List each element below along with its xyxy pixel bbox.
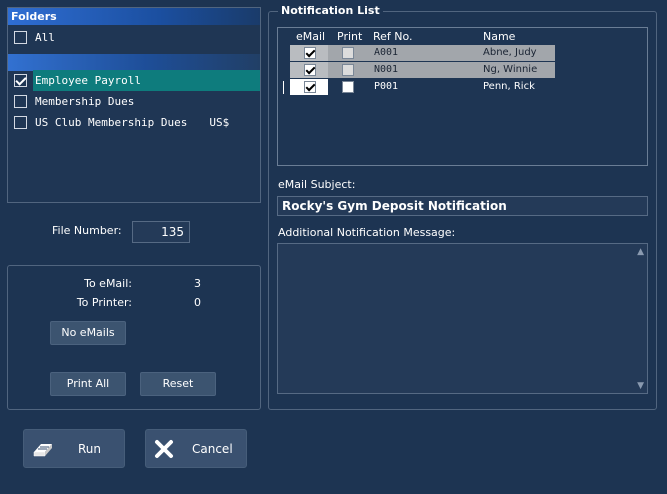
email-checkbox[interactable] [304, 47, 316, 59]
run-button[interactable]: Run [23, 429, 125, 468]
print-checkbox[interactable] [342, 64, 354, 76]
folder-item-label: Membership Dues [35, 95, 135, 108]
name-cell: Penn, Rick [483, 81, 535, 92]
to-email-label: To eMail: [84, 277, 132, 290]
ref-cell: A001 [374, 47, 399, 58]
reset-button[interactable]: Reset [140, 372, 216, 396]
ref-cell: P001 [374, 81, 399, 92]
email-checkbox[interactable] [304, 81, 316, 93]
additional-message-label: Additional Notification Message: [278, 226, 456, 239]
table-row[interactable]: A001 Abne, Judy [290, 45, 555, 61]
table-row[interactable]: N001 Ng, Winnie [290, 62, 555, 78]
folder-payroll-checkbox[interactable] [14, 74, 27, 87]
folder-item-currency: US$ [209, 116, 230, 129]
folder-item-us-club-dues[interactable]: US Club Membership Dues US$ [8, 113, 260, 132]
to-printer-count: 0 [194, 296, 201, 309]
name-cell: Ng, Winnie [483, 64, 538, 75]
scroll-down-icon[interactable]: ▼ [637, 381, 644, 391]
name-cell: Abne, Judy [483, 47, 537, 58]
scroll-up-icon[interactable]: ▲ [637, 247, 644, 257]
folder-item-membership-dues[interactable]: Membership Dues [8, 92, 260, 111]
column-header-email[interactable]: eMail [296, 30, 325, 43]
file-number-label: File Number: [52, 224, 122, 237]
additional-message-textarea[interactable]: ▲ ▼ [277, 243, 648, 394]
table-row[interactable]: P001 Penn, Rick [290, 79, 555, 95]
folder-separator-band [8, 54, 260, 71]
column-header-print[interactable]: Print [337, 30, 362, 43]
print-checkbox[interactable] [342, 47, 354, 59]
print-checkbox[interactable] [342, 81, 354, 93]
x-close-icon [154, 439, 174, 459]
to-printer-label: To Printer: [76, 296, 132, 309]
folder-item-label: All [35, 31, 55, 44]
folder-item-label: Employee Payroll [35, 74, 141, 87]
email-subject-label: eMail Subject: [278, 178, 356, 191]
folder-item-all[interactable]: All [8, 28, 260, 47]
folder-item-employee-payroll[interactable]: Employee Payroll [8, 71, 260, 90]
email-checkbox[interactable] [304, 64, 316, 76]
folder-all-checkbox[interactable] [14, 31, 27, 44]
folders-panel: Folders All Employee Payroll Membership … [7, 7, 261, 203]
cancel-label: Cancel [192, 441, 233, 456]
notification-grid[interactable]: eMail Print Ref No. Name A001 Abne, Judy… [277, 27, 648, 166]
run-label: Run [78, 441, 102, 456]
eraser-icon [32, 440, 54, 458]
cancel-button[interactable]: Cancel [145, 429, 247, 468]
folder-dues-checkbox[interactable] [14, 95, 27, 108]
folder-us-club-checkbox[interactable] [14, 116, 27, 129]
no-emails-button[interactable]: No eMails [50, 321, 126, 345]
file-number-field[interactable]: 135 [132, 221, 190, 243]
folder-item-label: US Club Membership Dues [35, 116, 188, 129]
row-cursor [283, 81, 284, 94]
email-subject-field[interactable]: Rocky's Gym Deposit Notification [277, 196, 648, 216]
column-header-ref[interactable]: Ref No. [373, 30, 413, 43]
counts-panel: To eMail: 3 To Printer: 0 No eMails Prin… [7, 265, 261, 410]
column-header-name[interactable]: Name [483, 30, 515, 43]
folders-header: Folders [8, 8, 260, 25]
ref-cell: N001 [374, 64, 399, 75]
notification-list-title: Notification List [278, 4, 383, 17]
print-all-button[interactable]: Print All [50, 372, 126, 396]
to-email-count: 3 [194, 277, 201, 290]
